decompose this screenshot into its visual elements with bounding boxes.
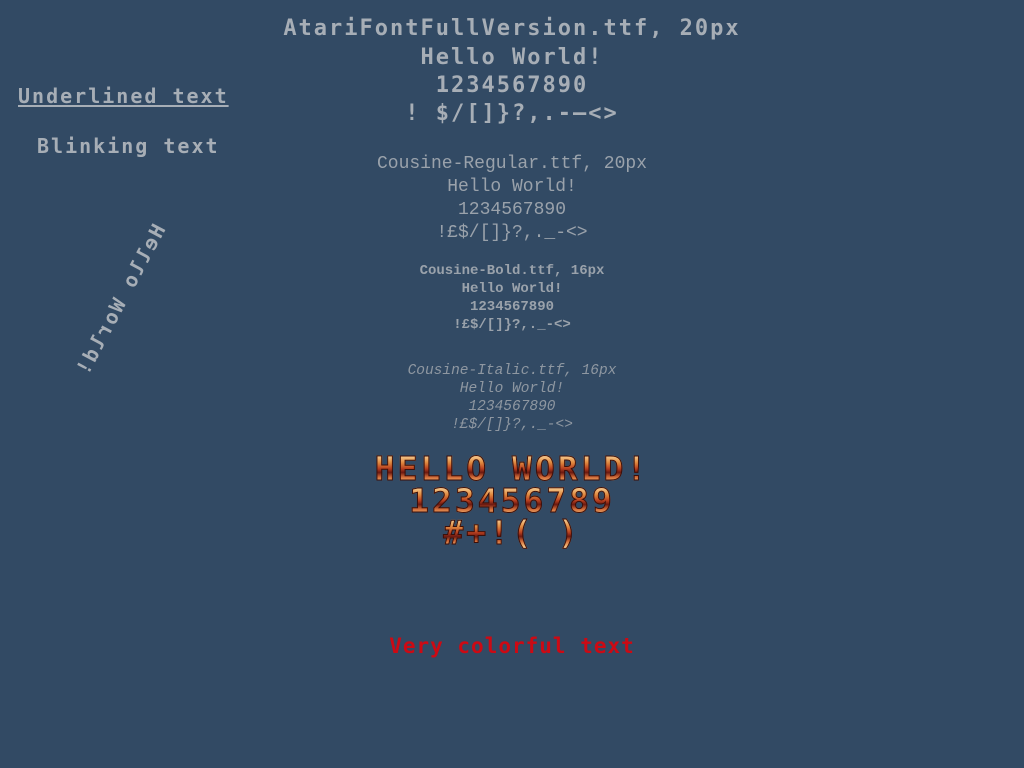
cousine-regular-title: Cousine-Regular.ttf, 20px bbox=[376, 154, 648, 174]
cousine-regular-digits: 1234567890 bbox=[457, 200, 567, 220]
atari-title: AtariFontFullVersion.ttf, 20px bbox=[283, 16, 741, 41]
cousine-bold-hello: Hello World! bbox=[461, 281, 563, 297]
atari-hello: Hello World! bbox=[420, 45, 604, 70]
cousine-italic-digits: 1234567890 bbox=[468, 399, 556, 415]
cousine-italic-symbols: !£$/[]}?,._-<> bbox=[451, 417, 573, 433]
cousine-bold-symbols: !£$/[]}?,._-<> bbox=[453, 317, 571, 333]
colorful-text: Very colorful text bbox=[389, 634, 635, 658]
cousine-italic-title: Cousine-Italic.ttf, 16px bbox=[407, 363, 617, 379]
cousine-bold-digits: 1234567890 bbox=[469, 299, 554, 315]
cousine-italic-hello: Hello World! bbox=[459, 381, 565, 397]
bitmap-symbols: #+!( ) bbox=[0, 516, 1024, 550]
cousine-regular-hello: Hello World! bbox=[447, 177, 577, 197]
underlined-text-label: Underlined text bbox=[18, 84, 229, 108]
cousine-regular-symbols: !£$/[]}?,._-<> bbox=[436, 223, 588, 243]
font-demo-canvas: AtariFontFullVersion.ttf, 20px Hello Wor… bbox=[0, 0, 1024, 768]
cousine-bold-title: Cousine-Bold.ttf, 16px bbox=[419, 263, 605, 279]
